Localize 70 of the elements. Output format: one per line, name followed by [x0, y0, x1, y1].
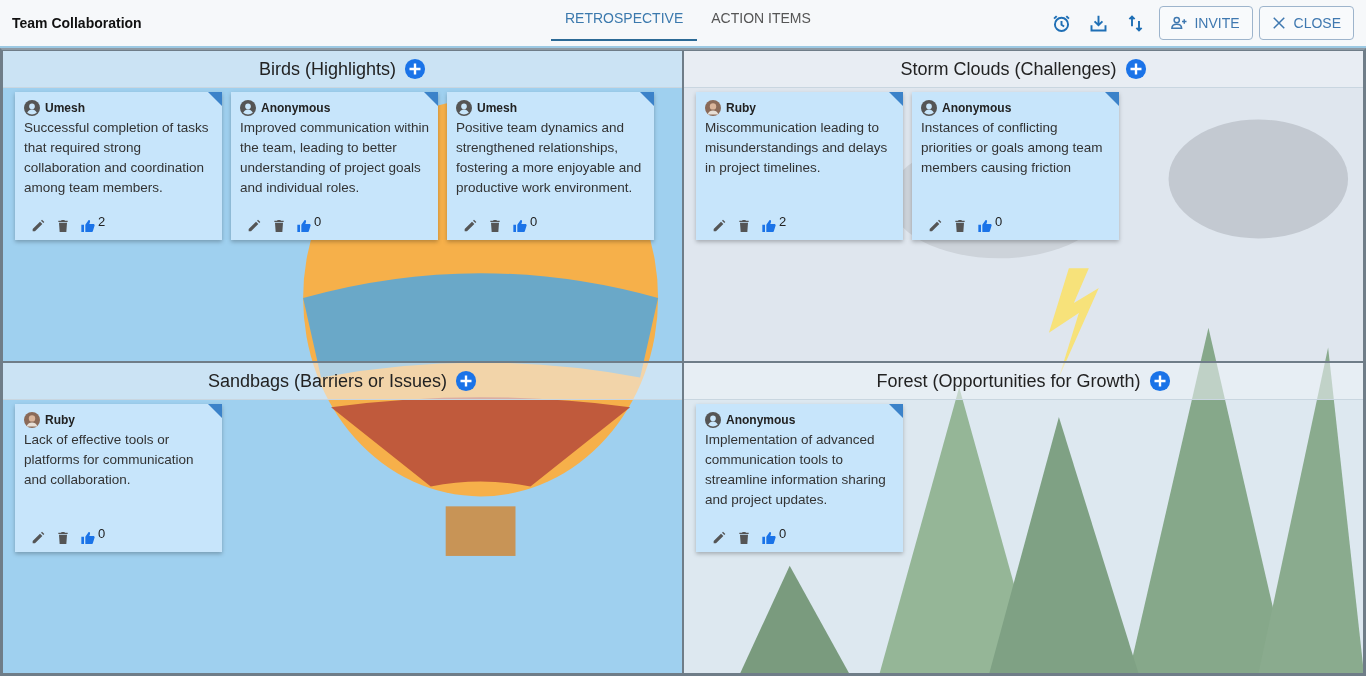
- user-avatar-icon: [456, 100, 472, 116]
- edit-icon[interactable]: [462, 218, 478, 234]
- user-avatar-icon: [240, 100, 256, 116]
- corner-fold-icon: [208, 92, 222, 106]
- section-title: Birds (Highlights): [258, 58, 396, 80]
- thumbs-up-icon: [512, 218, 528, 234]
- edit-icon[interactable]: [711, 218, 727, 234]
- thumbs-up-icon: [761, 530, 777, 546]
- corner-fold-icon: [889, 404, 903, 418]
- add-icon[interactable]: [455, 370, 478, 392]
- delete-icon[interactable]: [736, 218, 752, 234]
- delete-icon[interactable]: [55, 218, 71, 234]
- note-text: Miscommunication leading to misunderstandings and delays in project timelines.: [705, 119, 889, 177]
- section-title: Forest (Opportunities for Growth): [876, 370, 1141, 392]
- thumbs-up-icon: [80, 530, 96, 546]
- author-name: Ruby: [726, 101, 756, 115]
- like-button[interactable]: 0: [296, 218, 322, 234]
- delete-icon[interactable]: [736, 530, 752, 546]
- note-text: Lack of effective tools or platforms for communication and collaboration.: [24, 431, 195, 489]
- author-name: Ruby: [45, 413, 75, 427]
- section-title: Sandbags (Barriers or Issues): [207, 370, 448, 392]
- note-text: Implementation of advanced communication tools to streamline information sharing and project updates.: [705, 431, 887, 509]
- thumbs-up-icon: [80, 218, 96, 234]
- edit-icon[interactable]: [246, 218, 262, 234]
- add-icon[interactable]: [1148, 370, 1171, 392]
- tab[interactable]: ACTION ITEMS: [697, 0, 825, 41]
- thumbs-up-icon: [977, 218, 993, 234]
- like-button[interactable]: 0: [761, 530, 787, 546]
- corner-fold-icon: [1105, 92, 1119, 106]
- thumbs-up-icon: [296, 218, 312, 234]
- delete-icon[interactable]: [55, 530, 71, 546]
- thumbs-up-icon: [761, 218, 777, 234]
- avatar: [24, 412, 40, 428]
- edit-icon[interactable]: [927, 218, 943, 234]
- user-avatar-icon: [24, 100, 40, 116]
- user-avatar-icon: [705, 412, 721, 428]
- add-icon[interactable]: [1124, 58, 1147, 80]
- user-avatar-icon: [921, 100, 937, 116]
- add-person-icon: [1170, 14, 1189, 32]
- app-title: Team Collaboration: [12, 15, 142, 31]
- note-text: Improved communication within the team, leading to better understanding of project goals and individual roles.: [240, 119, 430, 197]
- edit-icon[interactable]: [30, 218, 46, 234]
- avatar: [705, 100, 721, 116]
- author-name: Anonymous: [261, 101, 331, 115]
- like-button[interactable]: 2: [761, 218, 787, 234]
- note-text: Positive team dynamics and strengthened relationships, fostering a more enjoyable and productive work environment.: [456, 119, 643, 197]
- close-button[interactable]: CLOSE: [1258, 6, 1354, 40]
- corner-fold-icon: [208, 404, 222, 418]
- delete-icon[interactable]: [487, 218, 503, 234]
- edit-icon[interactable]: [711, 530, 727, 546]
- author-name: Anonymous: [942, 101, 1012, 115]
- note-text: Instances of conflicting priorities or goals among team members causing friction: [921, 119, 1104, 177]
- author-name: Anonymous: [726, 413, 796, 427]
- invite-button[interactable]: INVITE: [1159, 6, 1253, 40]
- like-button[interactable]: 0: [80, 530, 106, 546]
- author-name: Umesh: [477, 101, 517, 115]
- section-title: Storm Clouds (Challenges): [900, 58, 1117, 80]
- corner-fold-icon: [889, 92, 903, 106]
- author-name: Umesh: [45, 101, 85, 115]
- delete-icon[interactable]: [952, 218, 968, 234]
- corner-fold-icon: [640, 92, 654, 106]
- like-button[interactable]: 0: [512, 218, 538, 234]
- like-button[interactable]: 2: [80, 218, 106, 234]
- tab[interactable]: RETROSPECTIVE: [551, 0, 698, 41]
- edit-icon[interactable]: [30, 530, 46, 546]
- add-icon[interactable]: [404, 58, 426, 80]
- like-button[interactable]: 0: [977, 218, 1003, 234]
- note-text: Successful completion of tasks that required strong collaboration and coordination among team members.: [24, 119, 210, 197]
- corner-fold-icon: [424, 92, 438, 106]
- delete-icon[interactable]: [271, 218, 287, 234]
